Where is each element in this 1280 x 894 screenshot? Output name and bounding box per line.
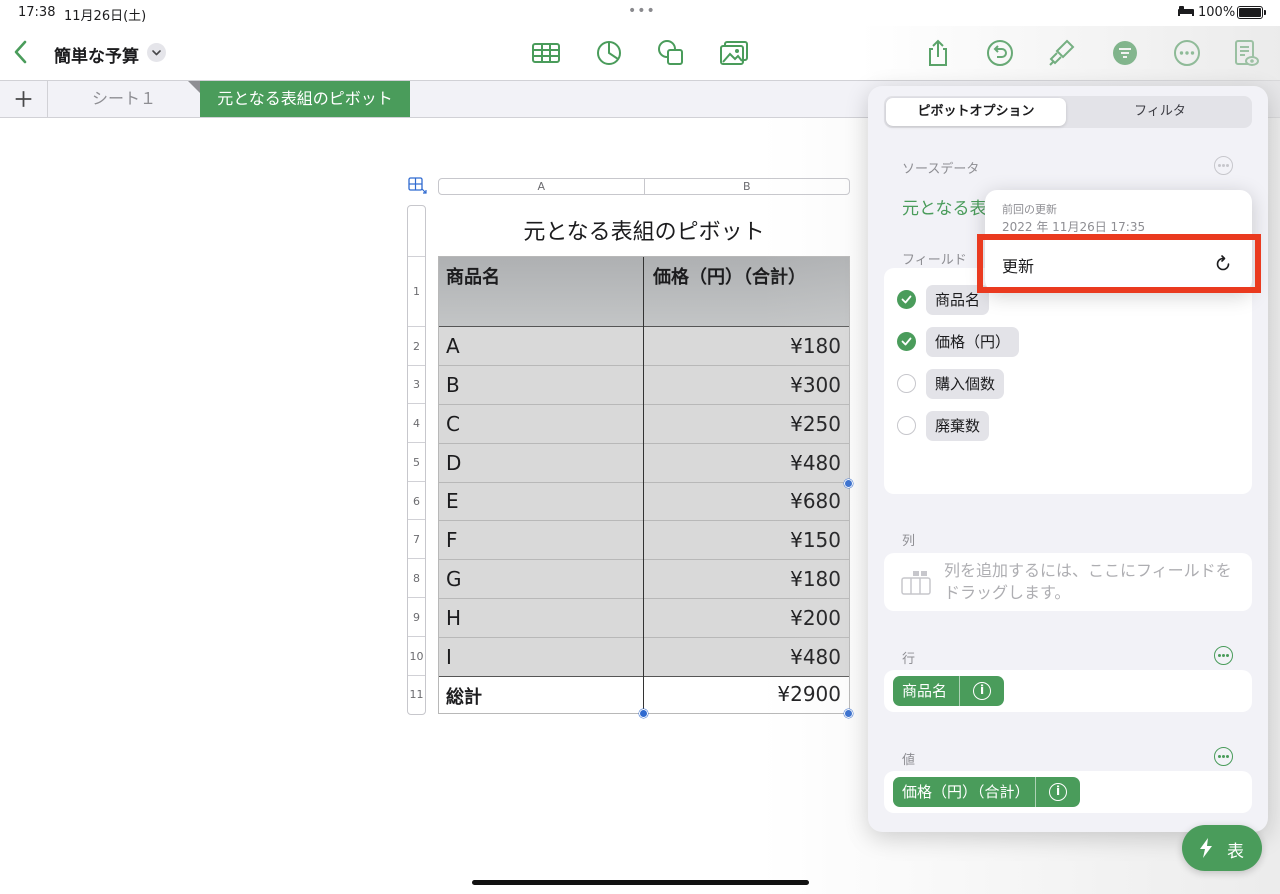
tab-filter[interactable]: フィルタ [1070, 98, 1250, 126]
row-header[interactable]: 6 [408, 495, 425, 508]
source-data-label: ソースデータ [902, 162, 980, 177]
values-field-pill[interactable]: 価格（円）（合計） i [893, 777, 1080, 807]
row-divider [408, 558, 425, 559]
row-header[interactable]: 7 [408, 533, 425, 546]
row-header[interactable]: 10 [408, 650, 425, 663]
table-select-icon[interactable] [406, 176, 428, 196]
info-icon[interactable]: i [1049, 783, 1067, 801]
row-divider [408, 442, 425, 443]
rows-field-pill[interactable]: 商品名 i [893, 676, 1004, 706]
quick-table-button[interactable]: 表 [1182, 825, 1262, 871]
field-chip[interactable]: 購入個数 [926, 369, 1005, 399]
multitasking-dots-icon[interactable]: ••• [628, 3, 656, 19]
add-sheet-plus-icon[interactable] [0, 81, 48, 117]
field-chip[interactable]: 廃棄数 [926, 411, 990, 441]
checkmark-icon[interactable] [897, 332, 916, 351]
cell-name[interactable]: E [446, 489, 459, 513]
sleep-mode-icon [1178, 6, 1194, 16]
refresh-highlight-frame [977, 234, 1261, 293]
cell-name[interactable]: H [446, 606, 461, 630]
unchecked-circle-icon[interactable] [897, 374, 916, 393]
table-icon[interactable] [531, 38, 561, 68]
quick-button-label[interactable]: 表 [1227, 837, 1244, 862]
rows-label: 行 [902, 652, 916, 667]
columns-drop-icon [901, 571, 931, 595]
rows-field-label[interactable]: 商品名 [902, 676, 947, 706]
pill-divider [959, 676, 960, 706]
cell-name[interactable]: A [446, 334, 460, 358]
cell-name[interactable]: I [446, 645, 452, 669]
row-header[interactable]: 1 [408, 285, 425, 298]
row-divider [408, 597, 425, 598]
row-header[interactable]: 8 [408, 572, 425, 585]
chart-icon[interactable] [594, 38, 624, 68]
total-label-cell[interactable]: 総計 [446, 683, 482, 709]
cell-name[interactable]: B [446, 373, 460, 397]
cell-name[interactable]: F [446, 528, 458, 552]
values-more-icon[interactable] [1214, 747, 1233, 766]
unchecked-circle-icon[interactable] [897, 416, 916, 435]
info-icon[interactable]: i [973, 682, 991, 700]
source-data-value[interactable]: 元となる表 [902, 194, 987, 219]
values-well: 価格（円）（合計） i [884, 771, 1252, 813]
cell-name[interactable]: C [446, 412, 460, 436]
header-cell-product[interactable]: 商品名 [446, 263, 500, 289]
field-chip[interactable]: 価格（円） [926, 327, 1020, 357]
home-indicator[interactable] [472, 880, 809, 885]
rows-well: 商品名 i [884, 670, 1252, 712]
row-divider [408, 403, 425, 404]
battery-percent: 100% [1198, 5, 1236, 20]
columns-placeholder: 列を追加するには、ここにフィールドをドラッグします。 [944, 561, 1232, 602]
media-icon[interactable] [719, 38, 749, 68]
title-chevron-down-icon[interactable] [147, 43, 166, 62]
checkmark-icon[interactable] [897, 290, 916, 309]
row-divider [408, 365, 425, 366]
tab-pivot-options[interactable]: ピボットオプション [886, 98, 1066, 126]
document-title[interactable]: 簡単な予算 [54, 42, 139, 67]
row-header[interactable]: 4 [408, 417, 425, 430]
values-field-label[interactable]: 価格（円）（合計） [902, 777, 1030, 807]
columns-label: 列 [902, 534, 916, 549]
columns-drop-zone[interactable]: 列を追加するには、ここにフィールドをドラッグします。 [884, 553, 1252, 611]
cell-name[interactable]: G [446, 567, 462, 591]
battery-icon [1237, 6, 1266, 19]
row-divider [408, 636, 425, 637]
status-bar: 17:38 11月26日(土) ••• 100% [0, 0, 1280, 26]
fields-label: フィールド [902, 253, 967, 268]
row-divider [408, 519, 425, 520]
values-label: 値 [902, 753, 916, 768]
fields-card: 商品名 価格（円） 購入個数 廃棄数 [884, 268, 1252, 494]
row-header[interactable]: 5 [408, 456, 425, 469]
lightning-bolt-icon [1200, 838, 1212, 858]
row-header[interactable]: 9 [408, 611, 425, 624]
row-header[interactable]: 2 [408, 340, 425, 353]
row-divider [408, 326, 425, 327]
cell-name[interactable]: D [446, 451, 461, 475]
source-more-icon[interactable] [1214, 156, 1233, 175]
row-header[interactable]: 11 [408, 688, 425, 701]
panel-segmented-control: ピボットオプション フィルタ [884, 96, 1252, 128]
back-chevron-icon[interactable] [10, 38, 32, 66]
last-updated-value: 2022 年 11月26日 17:35 [1002, 220, 1146, 234]
row-divider [408, 481, 425, 482]
row-header-bar: 1 2 3 4 5 6 7 8 9 10 11 [407, 205, 426, 715]
column-header-a[interactable]: A [439, 179, 644, 194]
sheet-tab-1[interactable]: シート１ [48, 81, 200, 117]
sheet-tab-pivot[interactable]: 元となる表組のピボット [200, 81, 410, 117]
rows-more-icon[interactable] [1214, 646, 1233, 665]
row-divider [408, 256, 425, 257]
pill-divider [1035, 777, 1036, 807]
row-header[interactable]: 3 [408, 378, 425, 391]
shape-icon[interactable] [656, 38, 686, 68]
status-time: 17:38 [18, 5, 56, 20]
resize-handle-bottom[interactable] [639, 709, 648, 718]
row-divider [408, 675, 425, 676]
status-date: 11月26日(土) [64, 9, 147, 24]
last-updated-label: 前回の更新 [1002, 203, 1057, 216]
